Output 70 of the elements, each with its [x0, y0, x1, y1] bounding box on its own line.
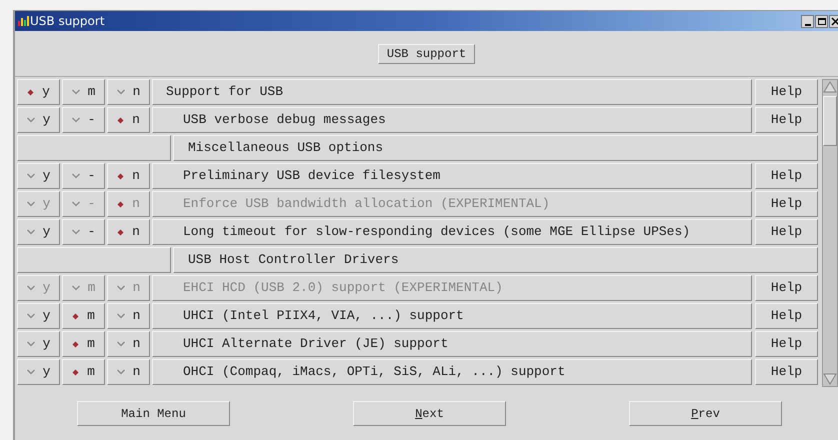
option-label: Long timeout for slow-responding devices (some MGE Ellipse UPSes)	[152, 219, 752, 245]
radio-chevron-icon	[26, 285, 35, 291]
option-label: UHCI (Intel PIIX4, VIA, ...) support	[152, 303, 752, 329]
radio-button[interactable]: y	[17, 359, 60, 385]
option-label: EHCI HCD (USB 2.0) support (EXPERIMENTAL)	[152, 275, 752, 301]
radio-chevron-icon	[72, 89, 80, 95]
scrollbar[interactable]	[822, 79, 838, 387]
radio-button[interactable]: m	[62, 359, 105, 385]
radio-chevron-icon	[26, 341, 35, 347]
radio-button[interactable]: y	[17, 163, 60, 189]
help-button[interactable]: Help	[755, 79, 818, 105]
help-button[interactable]: Help	[755, 219, 818, 245]
radio-button[interactable]: y	[17, 79, 60, 105]
radio-button[interactable]: m	[62, 303, 105, 329]
nav-button[interactable]: Prev	[629, 401, 782, 426]
radio-chevron-icon	[116, 341, 125, 347]
radio-chevron-icon	[116, 285, 125, 291]
radio-chevron-icon	[116, 313, 125, 319]
radio-button[interactable]: n	[107, 359, 150, 385]
minimize-button[interactable]	[801, 14, 814, 28]
window-title: USB support	[30, 13, 105, 30]
scroll-down-icon[interactable]	[823, 372, 838, 386]
app-icon	[17, 15, 29, 27]
radio-button[interactable]: y	[17, 303, 60, 329]
radio-chevron-icon	[26, 229, 35, 235]
radio-chevron-icon	[26, 313, 35, 319]
radio-button[interactable]: -	[62, 163, 105, 189]
radio-chevron-icon	[72, 117, 80, 123]
radio-button[interactable]: n	[107, 107, 150, 133]
radio-chevron-icon	[72, 229, 80, 235]
help-button[interactable]: Help	[755, 107, 818, 133]
radio-chevron-icon	[72, 201, 80, 207]
radio-button[interactable]: m	[62, 79, 105, 105]
help-button[interactable]: Help	[755, 359, 818, 385]
radio-chevron-icon	[26, 201, 35, 207]
help-button[interactable]: Help	[755, 331, 818, 357]
radio-button[interactable]: n	[107, 163, 150, 189]
scroll-up-icon[interactable]	[823, 80, 838, 94]
nav-button[interactable]: Next	[353, 401, 506, 426]
option-label: Preliminary USB device filesystem	[152, 163, 752, 189]
radio-chevron-icon	[26, 117, 35, 123]
option-label: OHCI (Compaq, iMacs, OPTi, SiS, ALi, ...) support	[152, 359, 752, 385]
radio-button[interactable]: y	[17, 107, 60, 133]
radio-chevron-icon	[116, 89, 125, 95]
radio-button[interactable]: -	[62, 219, 105, 245]
radio-button[interactable]: n	[107, 219, 150, 245]
radio-chevron-icon	[26, 369, 35, 375]
option-label: Support for USB	[152, 79, 752, 105]
radio-button[interactable]: y	[17, 331, 60, 357]
maximize-button[interactable]	[815, 14, 828, 28]
option-label: USB verbose debug messages	[152, 107, 752, 133]
radio-chevron-icon	[116, 369, 125, 375]
help-button[interactable]: Help	[755, 163, 818, 189]
option-label: UHCI Alternate Driver (JE) support	[152, 331, 752, 357]
radio-button[interactable]: y	[17, 219, 60, 245]
radio-button[interactable]: n	[107, 303, 150, 329]
radio-chevron-icon	[72, 173, 80, 179]
section-heading: USB Host Controller Drivers	[173, 247, 818, 273]
section-button[interactable]: USB support	[378, 44, 476, 64]
scroll-thumb[interactable]	[823, 96, 838, 146]
radio-button[interactable]: m	[62, 331, 105, 357]
radio-chevron-icon	[72, 285, 80, 291]
radio-chevron-icon	[26, 173, 35, 179]
radio-button[interactable]: -	[62, 107, 105, 133]
option-label: Enforce USB bandwidth allocation (EXPERIMENTAL)	[152, 191, 752, 217]
help-button[interactable]: Help	[755, 303, 818, 329]
section-heading: Miscellaneous USB options	[173, 135, 818, 161]
nav-button[interactable]: Main Menu	[77, 401, 230, 426]
radio-button[interactable]: n	[107, 331, 150, 357]
radio-button[interactable]: n	[107, 79, 150, 105]
